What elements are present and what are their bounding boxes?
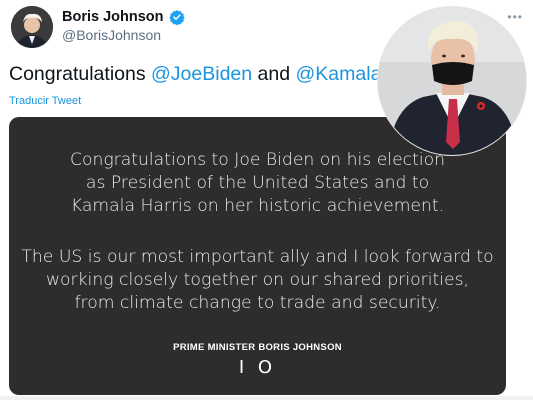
mention-joebiden[interactable]: @JoeBiden (151, 63, 252, 85)
statement-paragraph-2: The US is our most important ally and I … (9, 246, 506, 315)
statement-line: as President of the United States and to (85, 173, 430, 193)
author-handle[interactable]: @BorisJohnson (62, 27, 161, 43)
portrait-photo-overlay (377, 6, 527, 156)
statement-line: Kamala Harris on her historic achievemen… (70, 196, 445, 216)
tweet-text-middle: and (252, 63, 296, 85)
mention-kamalaharris[interactable]: @KamalaHarris (296, 63, 390, 85)
statement-paragraph-1: Congratulations to Joe Biden on his elec… (9, 149, 506, 218)
statement-image[interactable]: Congratulations to Joe Biden on his elec… (9, 117, 506, 395)
author-avatar[interactable] (11, 6, 53, 48)
statement-line: from climate change to trade and securit… (74, 293, 441, 313)
author-display-name[interactable]: Boris Johnson (62, 9, 164, 25)
translate-tweet-link[interactable]: Traducir Tweet (9, 95, 81, 107)
statement-signature: PRIME MINISTER BORIS JOHNSON (173, 342, 342, 353)
tweet-text: Congratulations @JoeBiden and @KamalaHar… (9, 63, 389, 89)
next-tweet-edge (0, 396, 533, 400)
tweet-text-prefix: Congratulations (9, 63, 152, 85)
more-options-icon[interactable]: ••• (507, 10, 523, 24)
verified-badge-icon (168, 10, 185, 25)
statement-line: working closely together on our shared p… (45, 270, 470, 290)
statement-line: The US is our most important ally and I … (21, 247, 494, 267)
downing-street-mark: I O (238, 357, 277, 378)
author-name-row: Boris Johnson (62, 9, 185, 25)
